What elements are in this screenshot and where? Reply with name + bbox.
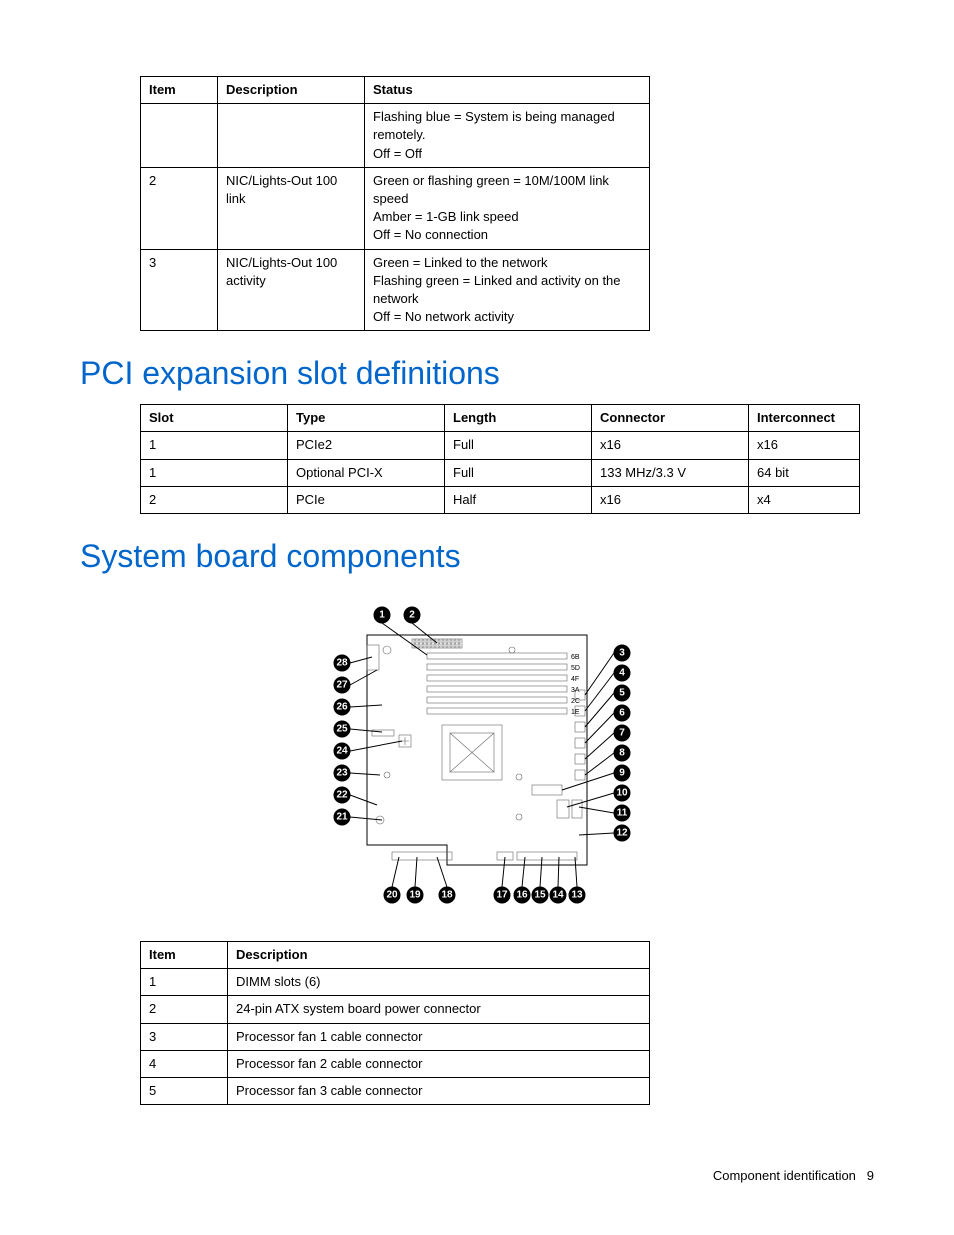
svg-text:1: 1	[379, 610, 385, 621]
svg-text:17: 17	[496, 890, 508, 901]
table-row: 1PCIe2Fullx16x16	[141, 432, 860, 459]
col-type: Type	[288, 405, 445, 432]
svg-text:2: 2	[409, 610, 415, 621]
svg-text:6: 6	[619, 708, 625, 719]
svg-text:6B: 6B	[571, 654, 580, 661]
svg-text:9: 9	[619, 768, 625, 779]
svg-text:21: 21	[336, 812, 348, 823]
col-desc: Description	[228, 942, 650, 969]
table-row: 2NIC/Lights-Out 100 linkGreen or flashin…	[141, 167, 650, 249]
svg-text:10: 10	[616, 788, 628, 799]
svg-text:14: 14	[552, 890, 564, 901]
table-row: 3NIC/Lights-Out 100 activityGreen = Link…	[141, 249, 650, 331]
svg-text:15: 15	[534, 890, 546, 901]
svg-text:5D: 5D	[571, 665, 580, 672]
system-board-diagram: 6B5D4F3A2C1E 122827262524232221345678910…	[287, 595, 667, 925]
svg-text:19: 19	[409, 890, 421, 901]
col-item: Item	[141, 77, 218, 104]
col-status: Status	[365, 77, 650, 104]
svg-text:3A: 3A	[571, 687, 580, 694]
table-row: 4Processor fan 2 cable connector	[141, 1050, 650, 1077]
pci-table: Slot Type Length Connector Interconnect …	[140, 404, 860, 514]
svg-text:1E: 1E	[571, 709, 580, 716]
svg-text:23: 23	[336, 768, 348, 779]
col-slot: Slot	[141, 405, 288, 432]
footer-page: 9	[867, 1168, 874, 1183]
svg-text:4F: 4F	[571, 676, 579, 683]
svg-text:12: 12	[616, 828, 628, 839]
svg-text:2C: 2C	[571, 698, 580, 705]
svg-text:27: 27	[336, 680, 348, 691]
svg-text:25: 25	[336, 724, 348, 735]
table-row: 1Optional PCI-XFull133 MHz/3.3 V64 bit	[141, 459, 860, 486]
svg-text:18: 18	[441, 890, 453, 901]
svg-text:20: 20	[386, 890, 398, 901]
status-table: Item Description Status Flashing blue = …	[140, 76, 650, 331]
table-row: 2PCIeHalfx16x4	[141, 486, 860, 513]
heading-board: System board components	[80, 538, 874, 575]
svg-text:28: 28	[336, 658, 348, 669]
col-length: Length	[445, 405, 592, 432]
svg-text:13: 13	[571, 890, 583, 901]
col-connector: Connector	[592, 405, 749, 432]
svg-text:16: 16	[516, 890, 528, 901]
footer-label: Component identification	[713, 1168, 856, 1183]
table-row: 1DIMM slots (6)	[141, 969, 650, 996]
svg-text:5: 5	[619, 688, 625, 699]
col-desc: Description	[218, 77, 365, 104]
table-row: 5Processor fan 3 cable connector	[141, 1077, 650, 1104]
col-item: Item	[141, 942, 228, 969]
svg-text:24: 24	[336, 746, 348, 757]
table-row: 3Processor fan 1 cable connector	[141, 1023, 650, 1050]
svg-text:26: 26	[336, 702, 348, 713]
table-row: 224-pin ATX system board power connector	[141, 996, 650, 1023]
page-footer: Component identification 9	[713, 1168, 874, 1183]
svg-text:7: 7	[619, 728, 625, 739]
table-row: Flashing blue = System is being managed …	[141, 104, 650, 168]
svg-text:3: 3	[619, 648, 625, 659]
heading-pci: PCI expansion slot definitions	[80, 355, 874, 392]
svg-text:11: 11	[617, 808, 628, 819]
svg-text:8: 8	[619, 748, 625, 759]
svg-text:4: 4	[619, 668, 625, 679]
svg-text:22: 22	[336, 790, 348, 801]
col-interconnect: Interconnect	[749, 405, 860, 432]
components-table: Item Description 1DIMM slots (6)224-pin …	[140, 941, 650, 1105]
